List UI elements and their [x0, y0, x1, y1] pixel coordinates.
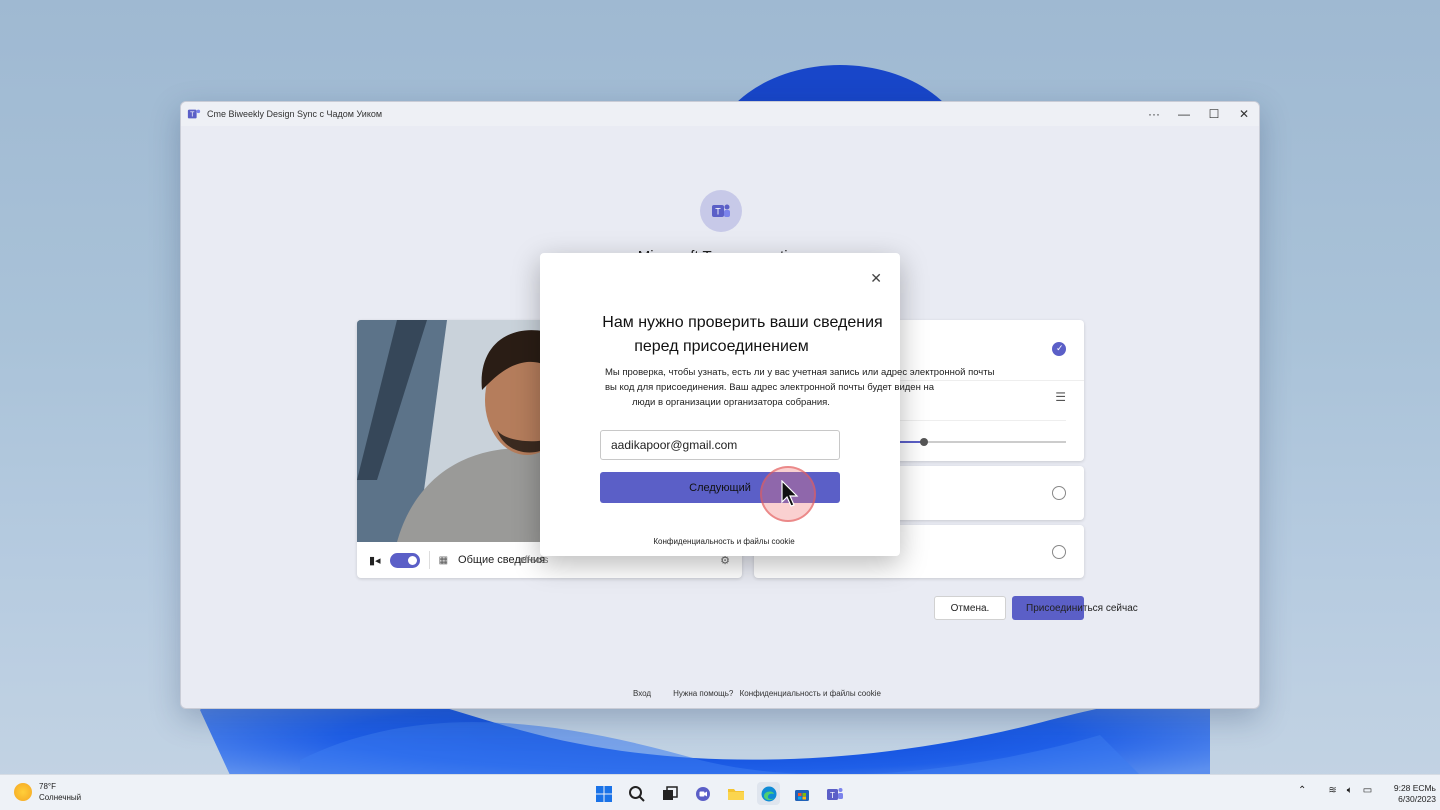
weather-widget[interactable]: 78°F Солнечный [14, 781, 81, 803]
edge-icon[interactable] [757, 782, 780, 805]
verify-details-dialog: ✕ Нам нужно проверить ваши сведения пере… [540, 253, 994, 556]
camera-toggle[interactable] [389, 552, 420, 568]
dialog-privacy-link[interactable]: Конфиденциальность и файлы cookie [540, 537, 900, 546]
svg-text:T: T [715, 207, 721, 217]
signin-link[interactable]: Вход [633, 689, 651, 698]
dialog-title: Нам нужно проверить ваши сведения перед … [540, 311, 900, 359]
close-dialog-icon[interactable]: ✕ [870, 270, 882, 287]
help-privacy-group: Нужна помощь? Конфиденциальность и файлы… [673, 689, 881, 698]
divider [428, 551, 430, 569]
dialog-desc-line2: вы код для присоединения. Ваш адрес элек… [605, 382, 934, 393]
teams-app-icon: T [187, 109, 201, 119]
weather-desc: Солнечный [39, 793, 82, 802]
teams-logo: T [700, 190, 742, 232]
clock[interactable]: 9:28 ЕСМь 6/30/2023 [1380, 783, 1436, 805]
footer-links: Вход Нужна помощь? Конфиденциальность и … [633, 689, 881, 698]
mouse-cursor-icon [781, 480, 799, 507]
camera-icon: ▮◂ [369, 554, 381, 567]
chat-icon[interactable] [691, 782, 714, 805]
file-explorer-icon[interactable] [724, 782, 747, 805]
close-window-button[interactable]: ✕ [1229, 102, 1259, 126]
wifi-icon[interactable]: ≋ [1328, 785, 1336, 796]
teams-icon[interactable]: T [823, 782, 846, 805]
search-icon[interactable] [625, 782, 648, 805]
dialog-desc-line3: люди в организации организатора собрания… [632, 397, 830, 408]
weather-temp: 78°F [39, 782, 56, 791]
more-options-button[interactable]: ··· [1139, 102, 1169, 126]
svg-text:T: T [190, 112, 195, 119]
audio-settings-icon[interactable]: ☰ [1055, 390, 1066, 404]
volume-icon[interactable]: 🔈︎ [1347, 785, 1353, 796]
clock-time: 9:28 ЕСМь [1393, 783, 1436, 793]
effects-label[interactable]: effects [519, 555, 548, 566]
cancel-button[interactable]: Отмена. [934, 596, 1006, 620]
svg-text:T: T [830, 791, 835, 800]
background-filters-icon[interactable]: ▦ [439, 555, 448, 566]
window-title: Cme Biweekly Design Sync с Чадом Уиком [207, 109, 383, 119]
help-link[interactable]: Нужна помощь? [673, 689, 733, 698]
clock-date: 6/30/2023 [1398, 794, 1436, 804]
sun-icon [14, 783, 32, 801]
minimize-button[interactable]: — [1169, 102, 1199, 126]
taskbar: 78°F Солнечный T ⌃ ≋ 🔈︎ ▭ 9:28 ЕСМь 6/30… [0, 774, 1440, 810]
email-field[interactable]: aadikapoor@gmail.com [600, 430, 840, 460]
maximize-button[interactable]: ☐ [1199, 102, 1229, 126]
title-bar: T Cme Biweekly Design Sync с Чадом Уиком… [181, 102, 1259, 126]
dialog-desc-line1: Мы проверка, чтобы узнать, есть ли у вас… [605, 367, 995, 378]
phone-audio-radio[interactable] [1052, 486, 1066, 500]
volume-slider-thumb[interactable] [920, 438, 928, 446]
system-tray: ⌃ ≋ 🔈︎ ▭ [1298, 785, 1372, 796]
teams-icon: T [712, 204, 730, 217]
privacy-link[interactable]: Конфиденциальность и файлы cookie [740, 689, 881, 698]
taskbar-apps: T [592, 782, 846, 805]
windows-start-icon[interactable] [592, 782, 615, 805]
dialog-title-line2: перед присоединением [634, 338, 809, 355]
chevron-up-icon[interactable]: ⌃ [1298, 785, 1306, 796]
store-icon[interactable] [790, 782, 813, 805]
battery-icon[interactable]: ▭ [1363, 785, 1372, 796]
task-view-icon[interactable] [658, 782, 681, 805]
no-audio-radio[interactable] [1052, 545, 1066, 559]
computer-audio-radio[interactable] [1052, 342, 1066, 356]
dialog-title-line1: Нам нужно проверить ваши сведения [602, 314, 883, 331]
join-now-button[interactable]: Присоединиться сейчас [1012, 596, 1138, 620]
dialog-description: Мы проверка, чтобы узнать, есть ли у вас… [605, 365, 1025, 410]
